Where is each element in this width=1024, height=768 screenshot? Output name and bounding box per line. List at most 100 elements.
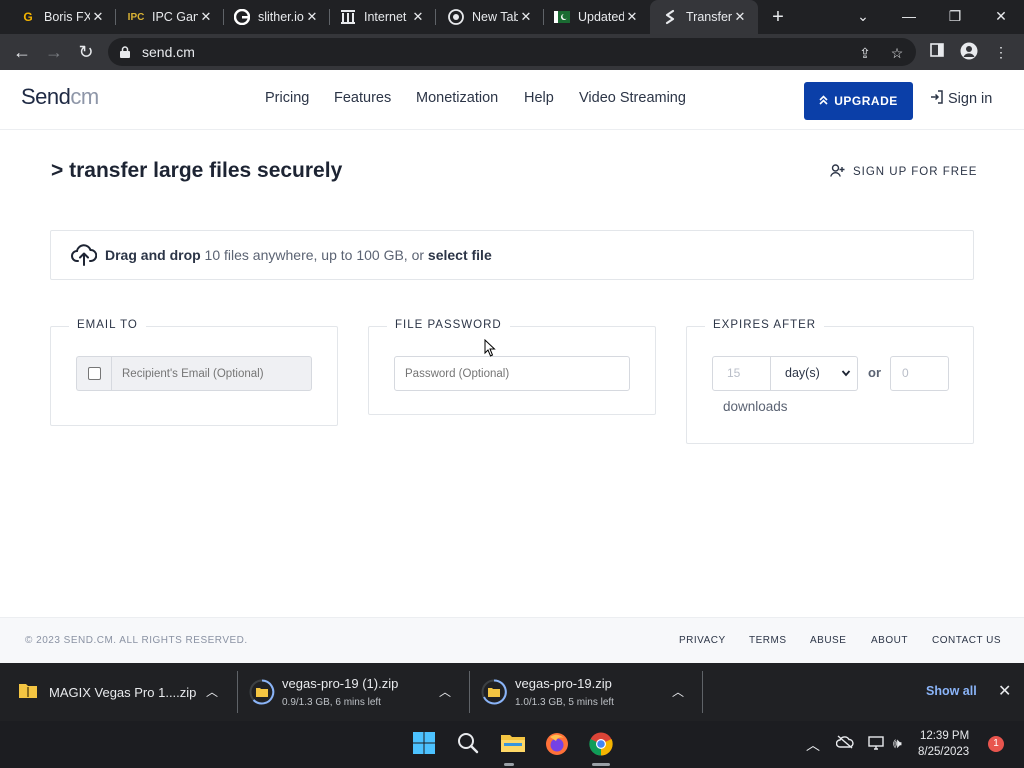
select-file-link[interactable]: select file xyxy=(428,247,492,263)
footer-contact-link[interactable]: CONTACT US xyxy=(932,635,1001,646)
search-icon[interactable] xyxy=(456,731,482,757)
expiry-unit-select[interactable]: day(s) xyxy=(771,356,858,391)
chrome-taskbar-icon[interactable] xyxy=(588,731,614,757)
tab-new-tab[interactable]: New Tab ✕ xyxy=(428,0,544,34)
nav-pricing[interactable]: Pricing xyxy=(265,90,309,106)
bookmark-star-icon[interactable]: ☆ xyxy=(888,44,906,62)
upgrade-button[interactable]: UPGRADE xyxy=(804,82,913,120)
reload-icon[interactable]: ↻ xyxy=(74,40,98,64)
site-header: Sendcm Pricing Features Monetization Hel… xyxy=(0,70,1024,130)
close-tab-icon[interactable]: ✕ xyxy=(90,9,106,25)
archive-icon xyxy=(340,9,356,25)
windows-start-icon[interactable] xyxy=(412,731,438,757)
tab-title: New Tab xyxy=(472,10,518,24)
sign-up-free-link[interactable]: SIGN UP FOR FREE xyxy=(830,164,977,180)
address-bar[interactable]: send.cm ⇪ ☆ xyxy=(108,38,916,66)
notification-badge[interactable]: 1 xyxy=(988,736,1004,752)
shelf-divider xyxy=(237,671,238,713)
email-checkbox[interactable] xyxy=(87,367,101,380)
network-icon[interactable] xyxy=(868,735,886,754)
show-all-downloads-link[interactable]: Show all xyxy=(926,684,977,698)
chevron-up-icon[interactable]: ︿ xyxy=(439,683,451,700)
nav-features[interactable]: Features xyxy=(334,90,391,106)
expiry-count-input[interactable]: 15 xyxy=(712,356,771,391)
chrome-active-indicator xyxy=(592,763,610,766)
download-item[interactable]: MAGIX Vegas Pro 1....zip ︿ xyxy=(18,663,228,721)
system-clock[interactable]: 12:39 PM 8/25/2023 xyxy=(918,728,969,760)
tab-boris-fx[interactable]: G Boris FX ✕ xyxy=(0,0,116,34)
tab-title: IPC Gan xyxy=(152,10,198,24)
firefox-icon[interactable] xyxy=(544,731,570,757)
file-explorer-icon[interactable] xyxy=(500,731,526,757)
tab-slither[interactable]: slither.io ✕ xyxy=(214,0,330,34)
nav-help[interactable]: Help xyxy=(524,90,554,106)
url-text: send.cm xyxy=(142,44,195,60)
volume-icon[interactable]: 🕪 xyxy=(893,735,902,752)
footer-privacy-link[interactable]: PRIVACY xyxy=(679,635,726,646)
download-item[interactable]: vegas-pro-19 (1).zip 0.9/1.3 GB, 6 mins … xyxy=(249,663,459,721)
logo-cm: cm xyxy=(70,84,99,109)
clock-date: 8/25/2023 xyxy=(918,746,970,758)
page-title: > transfer large files securely xyxy=(51,159,343,182)
footer-abuse-link[interactable]: ABUSE xyxy=(810,635,846,646)
download-progress-zip-icon xyxy=(249,679,275,705)
download-status: 0.9/1.3 GB, 6 mins left xyxy=(282,697,381,708)
downloads-label: downloads xyxy=(723,399,788,414)
expiry-unit-value: day(s) xyxy=(785,366,820,380)
share-icon[interactable]: ⇪ xyxy=(856,44,874,62)
close-tab-icon[interactable]: ✕ xyxy=(624,9,640,25)
tray-overflow-chevron-icon[interactable]: ︿ xyxy=(806,735,820,755)
chrome-icon xyxy=(448,9,464,25)
close-tab-icon[interactable]: ✕ xyxy=(732,9,748,25)
file-password-section: FILE PASSWORD xyxy=(368,319,656,415)
download-status: 1.0/1.3 GB, 5 mins left xyxy=(515,697,614,708)
email-checkbox-wrapper xyxy=(76,356,111,391)
chevron-up-icon[interactable]: ︿ xyxy=(672,683,684,700)
tab-title: Internet xyxy=(364,10,407,24)
restore-icon[interactable]: ❐ xyxy=(932,0,978,34)
profile-avatar-icon[interactable] xyxy=(960,42,978,60)
password-input[interactable] xyxy=(394,356,630,391)
close-tab-icon[interactable]: ✕ xyxy=(198,9,214,25)
send-cm-icon xyxy=(662,9,678,25)
sendcm-logo[interactable]: Sendcm xyxy=(21,84,99,110)
side-panel-icon[interactable] xyxy=(928,43,946,61)
explorer-indicator xyxy=(504,763,514,766)
logo-send: Send xyxy=(21,84,71,109)
tab-search-chevron-icon[interactable]: ⌄ xyxy=(840,0,886,34)
shelf-divider xyxy=(702,671,703,713)
tab-updated[interactable]: Updated ✕ xyxy=(534,0,650,34)
footer-terms-link[interactable]: TERMS xyxy=(749,635,787,646)
download-item[interactable]: vegas-pro-19.zip 1.0/1.3 GB, 5 mins left… xyxy=(481,663,691,721)
google-icon xyxy=(234,9,250,25)
downloads-count-input[interactable]: 0 xyxy=(890,356,949,391)
tab-transfer-active[interactable]: Transfer ✕ xyxy=(650,0,758,34)
back-arrow-icon[interactable]: ← xyxy=(10,40,34,64)
close-tab-icon[interactable]: ✕ xyxy=(518,9,534,25)
forward-arrow-icon[interactable]: → xyxy=(42,40,66,64)
chevron-down-icon xyxy=(841,357,851,404)
footer-about-link[interactable]: ABOUT xyxy=(871,635,908,646)
close-window-icon[interactable]: ✕ xyxy=(978,0,1024,34)
upgrade-label: UPGRADE xyxy=(834,94,898,108)
nav-monetization[interactable]: Monetization xyxy=(416,90,498,106)
or-label: or xyxy=(868,365,881,380)
close-tab-icon[interactable]: ✕ xyxy=(410,9,426,25)
file-drop-zone[interactable]: Drag and drop 10 files anywhere, up to 1… xyxy=(50,230,974,280)
close-tab-icon[interactable]: ✕ xyxy=(304,9,320,25)
chevron-up-icon[interactable]: ︿ xyxy=(206,683,218,700)
sign-in-label: Sign in xyxy=(948,91,993,107)
minimize-icon[interactable]: — xyxy=(886,0,932,34)
tab-internet-archive[interactable]: Internet ✕ xyxy=(320,0,436,34)
close-shelf-icon[interactable]: ✕ xyxy=(998,681,1011,701)
sign-in-link[interactable]: Sign in xyxy=(930,90,992,108)
onedrive-cloud-icon[interactable] xyxy=(835,735,854,752)
new-tab-plus-icon[interactable]: + xyxy=(768,7,788,27)
tab-ipc[interactable]: IPC IPC Gan ✕ xyxy=(108,0,224,34)
shelf-divider xyxy=(469,671,470,713)
lock-icon[interactable] xyxy=(120,45,130,58)
drag-drop-label: Drag and drop xyxy=(105,247,201,263)
kebab-menu-icon[interactable]: ⋮ xyxy=(992,43,1010,61)
nav-video-streaming[interactable]: Video Streaming xyxy=(579,90,686,106)
recipient-email-input[interactable] xyxy=(111,356,312,391)
